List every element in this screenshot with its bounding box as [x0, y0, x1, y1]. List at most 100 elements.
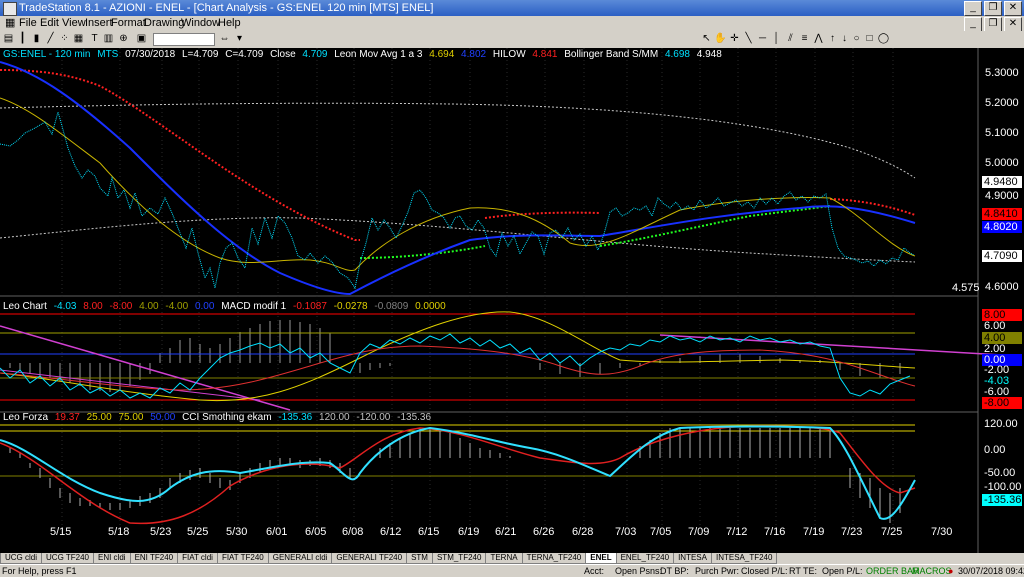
price-mts: MTS: [97, 49, 119, 60]
andrews-icon[interactable]: ⋀: [812, 33, 825, 45]
leo-axis-label: -8.00: [982, 397, 1022, 409]
workspace-tab[interactable]: GENERALI TF240: [331, 553, 408, 564]
cci-value-1: -135.36: [278, 412, 313, 423]
workspace-tab[interactable]: ENEL_TF240: [615, 553, 675, 564]
close-button[interactable]: ✕: [1004, 1, 1022, 16]
workspace-tab[interactable]: FIAT TF240: [216, 553, 269, 564]
bb-value-2: 4.948: [696, 49, 722, 60]
forza-value-1: 19.37: [54, 412, 80, 423]
status-datetime: 30/07/2018 09:42: [958, 566, 1024, 576]
time-axis-label: 7/12: [726, 526, 748, 538]
price-axis-label: 4.9000: [985, 190, 1019, 202]
line-icon[interactable]: ╱: [44, 33, 57, 45]
mdi-close-button[interactable]: ✕: [1004, 17, 1022, 32]
connection-icon: ●: [948, 566, 954, 576]
hand-icon[interactable]: ✋: [714, 33, 727, 45]
ellipse-icon[interactable]: ◯: [877, 33, 890, 45]
menu-help[interactable]: Help: [215, 16, 244, 31]
hline-icon[interactable]: ─: [756, 33, 769, 45]
macros-button[interactable]: MACROS: [912, 565, 952, 577]
zoom-icon[interactable]: ⊕: [117, 33, 130, 45]
leo-forza-header: Leo Forza 19.37 25.00 75.00 50.00 CCI Sm…: [3, 412, 435, 424]
macd-value-3: -0.0809: [374, 301, 409, 312]
workspace-tab[interactable]: TERNA_TF240: [521, 553, 587, 564]
time-axis-label: 6/19: [458, 526, 480, 538]
mdi-minimize-button[interactable]: _: [964, 17, 982, 32]
status-bar: For Help, press F1 Acct: Open Psns: DT B…: [0, 564, 1024, 577]
time-axis-label: 7/09: [688, 526, 710, 538]
time-axis-label: 6/28: [572, 526, 594, 538]
workspace-tab[interactable]: STM: [406, 553, 433, 564]
text-icon[interactable]: T: [88, 33, 101, 45]
dot-icon[interactable]: ⁘: [58, 33, 71, 45]
bar-icon[interactable]: ┃: [16, 33, 29, 45]
chart-area[interactable]: GS:ENEL - 120 min MTS 07/30/2018 L=4.709…: [0, 48, 1024, 553]
workspace-tab[interactable]: TERNA: [485, 553, 523, 564]
time-axis-label: 6/15: [418, 526, 440, 538]
time-axis-label: 7/16: [764, 526, 786, 538]
workspace-tab[interactable]: ENEL: [585, 553, 617, 564]
macd-label: MACD modif 1: [221, 301, 287, 312]
time-axis-label: 5/23: [150, 526, 172, 538]
status-open-psns: Open Psns:: [615, 566, 663, 576]
forza-value-4: 50.00: [150, 412, 176, 423]
interval-combo[interactable]: [153, 33, 215, 46]
bb-value-1: 4.698: [664, 49, 690, 60]
workspace-tab[interactable]: INTESA: [673, 553, 712, 564]
last-price-tag: 4.7090: [982, 250, 1022, 262]
workspace-tab[interactable]: ENI cldi: [93, 553, 131, 564]
fib-icon[interactable]: ≡: [798, 33, 811, 45]
vline-icon[interactable]: │: [770, 33, 783, 45]
workspace-tab[interactable]: INTESA_TF240: [710, 553, 778, 564]
rectangle-icon[interactable]: □: [863, 33, 876, 45]
cci-value-4: -135.36: [397, 412, 432, 423]
forza-axis-label: 0.00: [984, 444, 1006, 456]
status-acct: Acct:: [584, 566, 605, 576]
trendline-icon[interactable]: ╲: [742, 33, 755, 45]
time-axis-label: 6/08: [342, 526, 364, 538]
mdi-restore-button[interactable]: ❐: [984, 17, 1002, 32]
time-axis-label: 5/15: [50, 526, 72, 538]
candle-icon[interactable]: ▮: [30, 33, 43, 45]
forza-axis-label: -100.00: [984, 481, 1022, 493]
price-header: GS:ENEL - 120 min MTS 07/30/2018 L=4.709…: [3, 49, 726, 61]
minimize-button[interactable]: _: [964, 1, 982, 16]
crosshair-icon[interactable]: ✛: [728, 33, 741, 45]
cci-value-3: -120.00: [356, 412, 391, 423]
restore-button[interactable]: ❐: [984, 1, 1002, 16]
price-axis-label: 5.0000: [985, 157, 1019, 169]
chart-type-icon[interactable]: ▤: [2, 33, 15, 45]
bb-label: Bollinger Band S/MM: [564, 49, 659, 60]
circle-icon[interactable]: ○: [850, 33, 863, 45]
status-closed-pl: Closed P/L:: [741, 566, 788, 576]
time-axis-label: 5/18: [108, 526, 130, 538]
channel-icon[interactable]: ⫽: [784, 33, 797, 45]
price-close-value: 4.709: [302, 49, 328, 60]
time-axis-label: 7/25: [881, 526, 903, 538]
workspace-tab[interactable]: ENI TF240: [129, 553, 179, 564]
cursor-icon[interactable]: ↖: [700, 33, 713, 45]
workspace-tab[interactable]: FIAT cldi: [177, 553, 218, 564]
grid-icon[interactable]: ▦: [72, 33, 85, 45]
leo-value-5: -4.00: [165, 301, 189, 312]
time-axis-label: 5/25: [187, 526, 209, 538]
mdi-controls: _ ❐ ✕: [964, 17, 1022, 32]
options-icon[interactable]: ▾: [233, 33, 246, 45]
format-icon[interactable]: ▣: [135, 33, 148, 45]
time-axis-label: 6/21: [495, 526, 517, 538]
workspace-tab[interactable]: UCG TF240: [41, 553, 94, 564]
workspace-tab[interactable]: UCG cldi: [0, 553, 43, 564]
window-controls: _ ❐ ✕: [964, 1, 1022, 16]
workspace-tab[interactable]: GENERALI cldi: [267, 553, 333, 564]
data-icon[interactable]: ▥: [102, 33, 115, 45]
app-icon: [3, 2, 17, 16]
price-axis-label: 5.3000: [985, 67, 1019, 79]
title-bar: TradeStation 8.1 - AZIONI - ENEL - [Char…: [0, 0, 1024, 16]
toolbar: ▤ ┃ ▮ ╱ ⁘ ▦ T ▥ ⊕ ▣ ⇔ ▾ ↖ ✋ ✛ ╲ ─ │ ⫽ ≡ …: [0, 31, 1024, 49]
scale-icon[interactable]: ⇔: [218, 33, 231, 45]
time-axis-label: 6/01: [266, 526, 288, 538]
ma-label: Leon Mov Avg 1 a 3: [334, 49, 423, 60]
workspace-tab[interactable]: STM_TF240: [431, 553, 487, 564]
forza-axis-label: -50.00: [984, 467, 1016, 479]
price-axis-label: 5.1000: [985, 127, 1019, 139]
